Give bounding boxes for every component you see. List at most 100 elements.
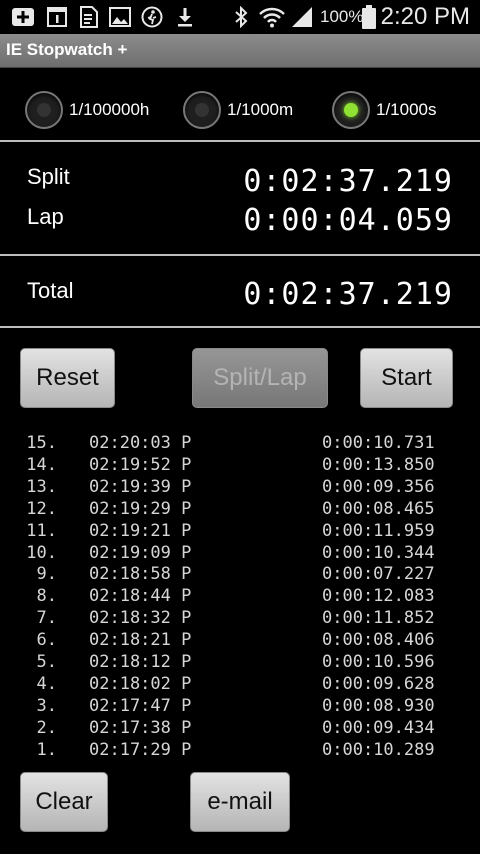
lap-elapsed: 0:00:08.406: [322, 630, 435, 651]
battery-icon: [361, 5, 377, 29]
lap-clock-time: 02:19:52 P: [89, 454, 192, 475]
lap-clock-time: 02:17:38 P: [89, 717, 192, 738]
lap-number: 8.: [36, 586, 57, 607]
start-button[interactable]: Start: [360, 348, 453, 408]
lap-row: 15. 02:20:03 P 0:00:10.731: [0, 432, 480, 454]
lap-clock-time: 02:18:44 P: [89, 586, 192, 607]
lap-clock-time: 02:19:09 P: [89, 542, 192, 563]
lap-elapsed: 0:00:12.083: [322, 586, 435, 607]
radio-indicator-dot: [195, 103, 209, 117]
lap-clock-time: 02:19:29 P: [89, 498, 192, 519]
document-icon: [78, 6, 100, 28]
total-time: 0:02:37.219: [243, 277, 453, 312]
battery-percent: 100%: [320, 7, 364, 26]
divider: [0, 254, 480, 256]
lap-number: 2.: [36, 717, 57, 738]
lap-number: 15.: [26, 433, 57, 453]
radio-button[interactable]: [25, 91, 63, 129]
radio-label: 1/1000s: [376, 100, 437, 119]
lap-elapsed: 0:00:09.628: [322, 673, 435, 694]
radio-button[interactable]: [332, 91, 370, 129]
lap-clock-time: 02:20:03 P: [89, 433, 192, 453]
lap-clock-time: 02:19:21 P: [89, 520, 192, 541]
wifi-icon: [258, 6, 286, 28]
divider: [0, 140, 480, 142]
running-person-icon: [140, 6, 164, 28]
lap-row: 9. 02:18:58 P 0:00:07.227: [0, 563, 480, 585]
lap-elapsed: 0:00:10.596: [322, 652, 435, 672]
split-lap-button[interactable]: Split/Lap: [192, 348, 328, 408]
lap-clock-time: 02:19:39 P: [89, 476, 192, 497]
status-bar: 100% 2:20 PM: [0, 0, 480, 34]
lap-elapsed: 0:00:09.356: [322, 476, 435, 497]
lap-row: 6. 02:18:21 P 0:00:08.406: [0, 629, 480, 651]
bluetooth-icon: [232, 6, 250, 28]
lap-number: 4.: [36, 673, 57, 694]
lap-elapsed: 0:00:08.930: [322, 695, 435, 716]
lap-row: 3. 02:17:47 P 0:00:08.930: [0, 695, 480, 717]
calendar-icon: [46, 6, 68, 28]
lap-row: 7. 02:18:32 P 0:00:11.852: [0, 607, 480, 629]
lap-elapsed: 0:00:10.731: [322, 433, 435, 453]
lap-number: 5.: [36, 652, 57, 672]
download-icon: [174, 6, 196, 28]
lap-row: 12. 02:19:29 P 0:00:08.465: [0, 498, 480, 520]
divider: [0, 326, 480, 328]
lap-number: 9.: [36, 564, 57, 585]
lap-row: 11. 02:19:21 P 0:00:11.959: [0, 520, 480, 542]
radio-button[interactable]: [183, 91, 221, 129]
lap-clock-time: 02:18:32 P: [89, 608, 192, 629]
image-icon: [108, 6, 132, 28]
app-title-bar: IE Stopwatch +: [0, 34, 480, 68]
lap-number: 12.: [26, 498, 57, 519]
lap-row: 14. 02:19:52 P 0:00:13.850: [0, 454, 480, 476]
lap-elapsed: 0:00:10.344: [322, 542, 435, 563]
lap-elapsed: 0:00:08.465: [322, 498, 435, 519]
lap-number: 7.: [36, 608, 57, 629]
lap-clock-time: 02:18:58 P: [89, 564, 192, 585]
lap-list[interactable]: 15. 02:20:03 P 0:00:10.731 14. 02:19:52 P 0:0…: [0, 432, 480, 755]
add-box-icon: [10, 6, 36, 28]
lap-number: 6.: [36, 630, 57, 651]
total-label: Total: [27, 278, 74, 303]
lap-number: 1.: [36, 739, 57, 755]
lap-row: 5. 02:18:12 P 0:00:10.596: [0, 651, 480, 673]
lap-clock-time: 02:17:29 P: [89, 739, 192, 755]
clear-button[interactable]: Clear: [20, 772, 108, 832]
lap-row: 10. 02:19:09 P 0:00:10.344: [0, 542, 480, 564]
lap-clock-time: 02:17:47 P: [89, 695, 192, 716]
lap-row: 4. 02:18:02 P 0:00:09.628: [0, 673, 480, 695]
lap-label: Lap: [27, 204, 64, 229]
lap-elapsed: 0:00:11.959: [322, 520, 435, 541]
lap-time: 0:00:04.059: [243, 203, 453, 238]
radio-option-seconds[interactable]: 1/1000s: [332, 89, 437, 131]
lap-row: 13. 02:19:39 P 0:00:09.356: [0, 476, 480, 498]
reset-button[interactable]: Reset: [20, 348, 115, 408]
email-button[interactable]: e-mail: [190, 772, 290, 832]
radio-label: 1/1000m: [227, 100, 294, 119]
lap-number: 11.: [26, 520, 57, 541]
lap-clock-time: 02:18:02 P: [89, 673, 192, 694]
app-title: IE Stopwatch +: [6, 40, 128, 59]
clock: 2:20 PM: [380, 3, 470, 30]
lap-number: 13.: [26, 476, 57, 497]
lap-clock-time: 02:18:12 P: [89, 652, 192, 672]
lap-elapsed: 0:00:07.227: [322, 564, 435, 585]
radio-indicator-dot: [37, 103, 51, 117]
lap-number: 10.: [26, 542, 57, 563]
lap-clock-time: 02:18:21 P: [89, 630, 192, 651]
lap-row: 8. 02:18:44 P 0:00:12.083: [0, 585, 480, 607]
lap-number: 14.: [26, 454, 57, 475]
radio-label: 1/100000h: [69, 100, 150, 119]
split-time: 0:02:37.219: [243, 164, 453, 199]
radio-indicator-dot-selected: [344, 103, 358, 117]
radio-option-hours[interactable]: 1/100000h: [25, 89, 149, 131]
lap-row: 2. 02:17:38 P 0:00:09.434: [0, 717, 480, 739]
radio-option-minutes[interactable]: 1/1000m: [183, 89, 293, 131]
lap-elapsed: 0:00:09.434: [322, 717, 435, 738]
signal-icon: [290, 6, 314, 28]
lap-elapsed: 0:00:10.289: [322, 739, 435, 755]
lap-elapsed: 0:00:11.852: [322, 608, 435, 629]
lap-elapsed: 0:00:13.850: [322, 454, 435, 475]
lap-number: 3.: [36, 695, 57, 716]
